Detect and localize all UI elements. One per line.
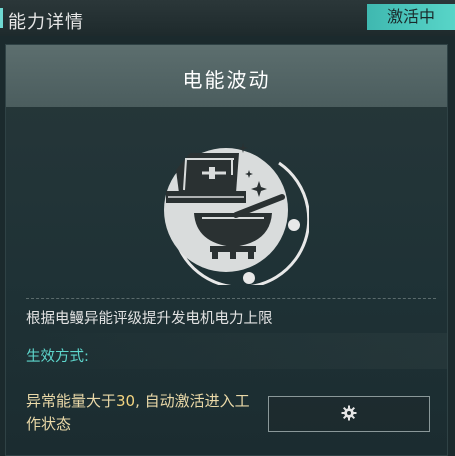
ability-name: 电能波动 (182, 68, 271, 92)
status-badge: 激活中 (367, 4, 455, 30)
ability-description: 根据电鳗异能评级提升发电机电力上限 (26, 311, 273, 327)
effect-threshold: 30 (116, 392, 136, 410)
ability-header: 电能波动 (6, 45, 447, 107)
workbench-with-bowl-emblem-icon (164, 143, 309, 285)
effect-label: 生效方式: (26, 349, 89, 365)
top-bar: 能力详情 激活中 (0, 0, 455, 36)
ability-panel: 电能波动 根据电鳗异能评级提升发电机电力上限 生效方式: 异常能量大于30, 自… (5, 44, 448, 456)
page-title: 能力详情 (8, 12, 84, 33)
title-marker (0, 8, 3, 28)
effect-text-before: 异常能量大于 (26, 392, 117, 410)
gear-icon (341, 405, 357, 421)
settings-button[interactable] (268, 396, 430, 432)
section-divider (26, 298, 436, 299)
effect-description: 异常能量大于30, 自动激活进入工作状态 (26, 390, 258, 436)
